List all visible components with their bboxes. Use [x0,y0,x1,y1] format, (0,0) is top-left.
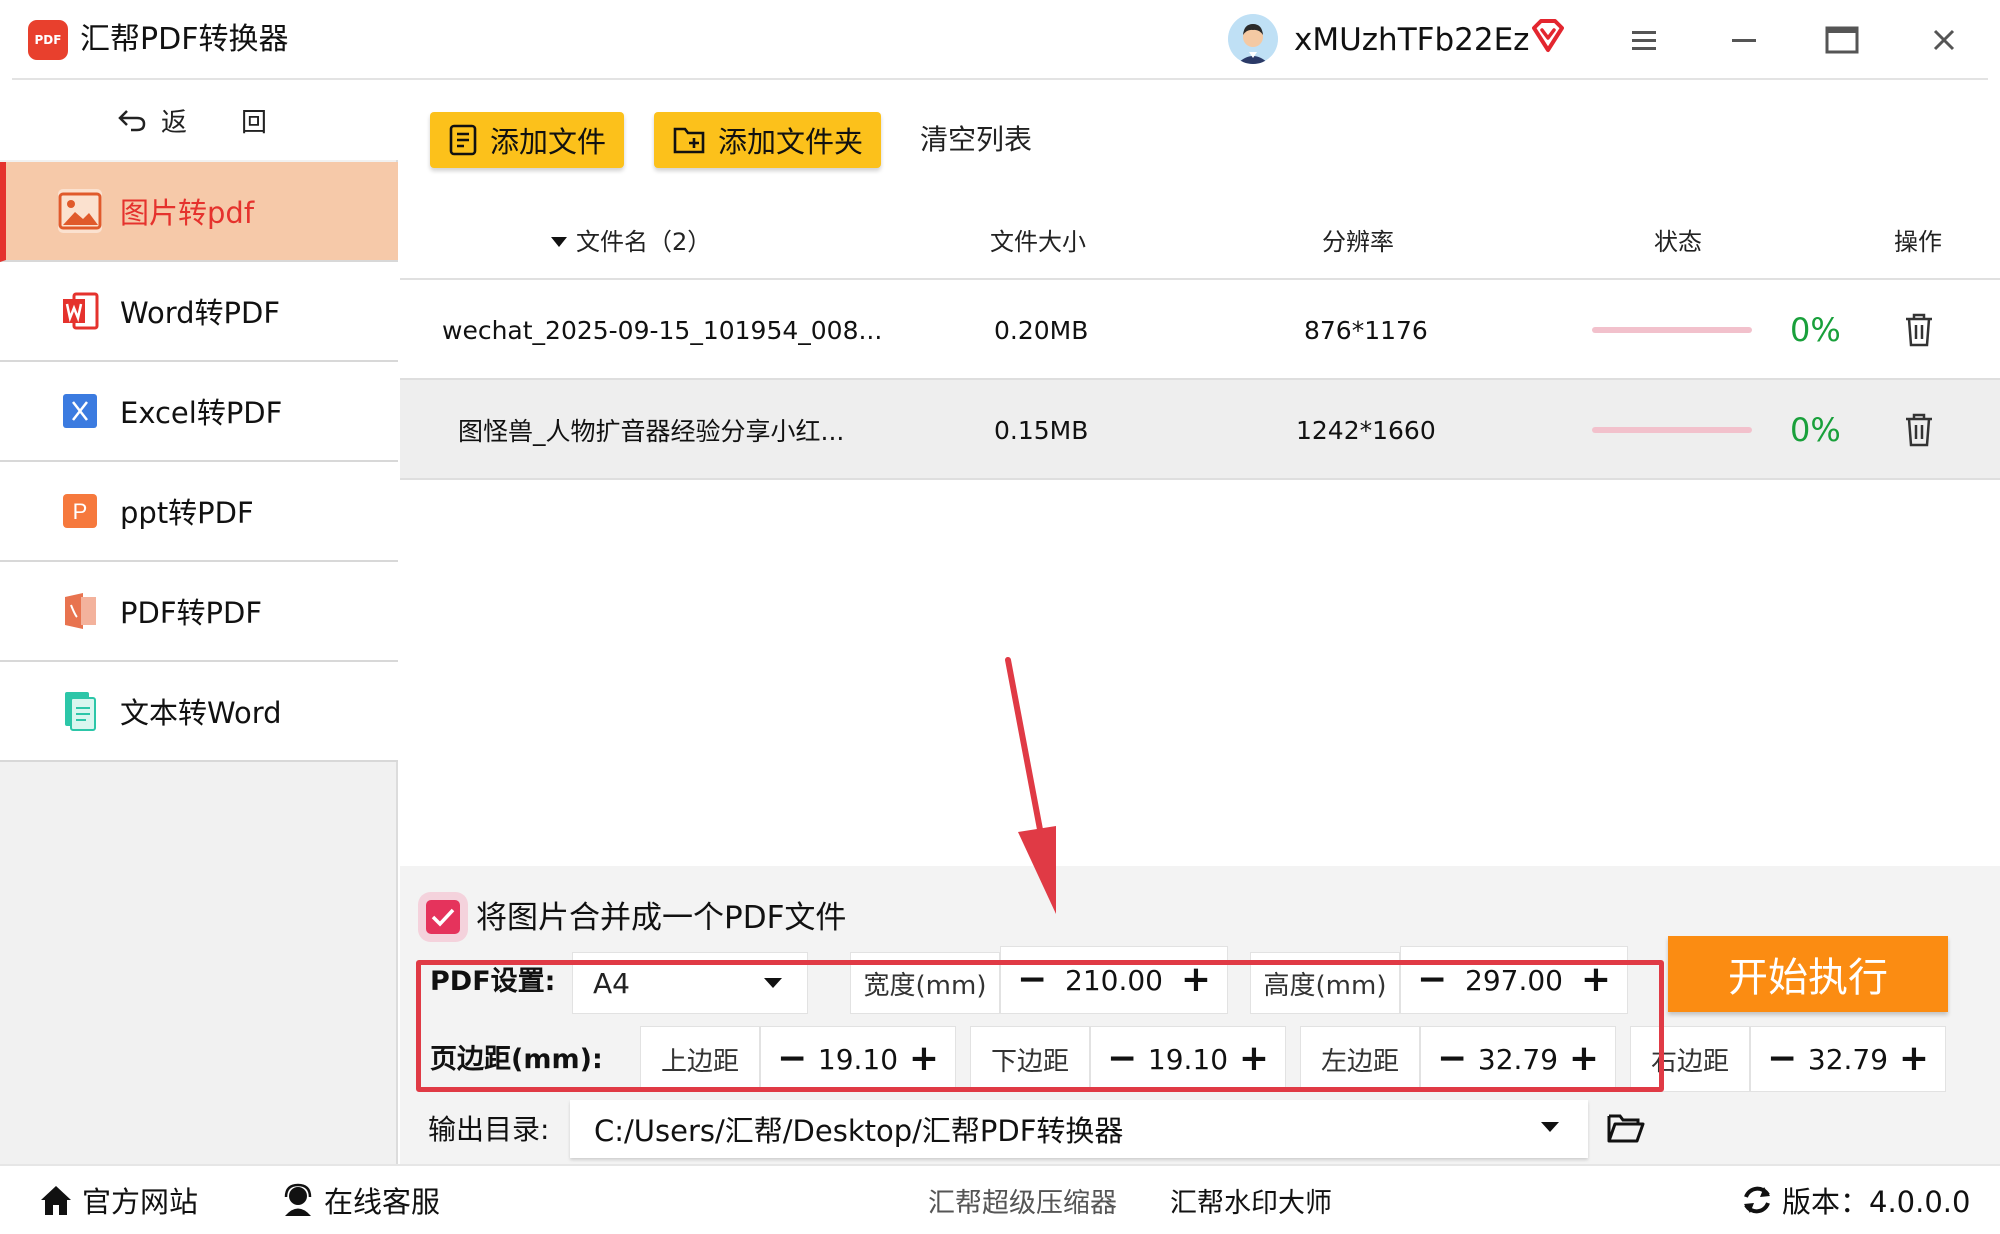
merge-label[interactable]: 将图片合并成一个PDF文件 [476,896,846,940]
plus-icon[interactable]: + [1899,1041,1929,1077]
add-file-button[interactable]: 添加文件 [430,112,625,168]
chevron-down-icon[interactable] [1540,1120,1560,1134]
annotation-arrow-icon [1005,657,1056,914]
official-website-link[interactable]: 官方网站 [38,1178,198,1222]
output-label: 输出目录: [428,1113,550,1146]
back-button[interactable]: 返 回 [0,80,398,160]
right-margin-stepper[interactable]: − 32.79 + [1750,1026,1946,1092]
vip-diamond-icon[interactable] [1528,16,1568,56]
table-row[interactable]: wechat_2025-09-15_101954_008... 0.20MB 8… [400,280,2000,380]
ppt-icon: P [58,489,102,533]
avatar-icon [1228,14,1278,64]
column-header-status: 状态 [1654,228,1702,256]
delete-icon[interactable] [1902,412,1936,448]
file-size: 0.15MB [994,415,1089,445]
progress-bar [1592,327,1752,333]
sort-down-icon [551,237,567,247]
column-header-resolution: 分辨率 [1322,228,1394,256]
sidebar-item-ppt-to-pdf[interactable]: P ppt转PDF [0,462,398,562]
file-size: 0.20MB [994,315,1089,345]
support-headset-icon [284,1183,312,1216]
filename-header-label: 文件名（2） [576,228,712,256]
maximize-icon[interactable] [1822,22,1862,58]
sidebar-item-label: ppt转PDF [120,496,254,530]
word-icon [58,289,102,333]
text-icon [58,689,102,733]
menu-icon[interactable] [1624,22,1664,58]
version-info[interactable]: 版本：4.0.0.0 [1740,1178,1970,1222]
file-name: 图怪兽_人物扩音器经验分享小红... [458,417,845,446]
close-icon[interactable] [1924,22,1964,58]
excel-icon [58,389,102,433]
sidebar-item-label: Word转PDF [120,296,281,330]
progress-percent: 0% [1790,311,1841,349]
folder-open-icon[interactable] [1606,1110,1646,1146]
sidebar-item-word-to-pdf[interactable]: Word转PDF [0,262,398,362]
sidebar-item-image-to-pdf[interactable]: 图片转pdf [0,162,398,262]
official-website-label: 官方网站 [82,1185,199,1219]
minus-icon[interactable]: − [1767,1041,1797,1077]
add-file-icon [449,124,477,156]
refresh-icon [1744,1186,1770,1214]
back-arrow-icon [118,110,146,132]
file-resolution: 1242*1660 [1296,415,1436,445]
app-logo-icon: PDF [28,20,68,60]
add-folder-icon [673,127,705,154]
username[interactable]: xMUzhTFb22Ez [1294,18,1529,62]
home-icon [41,1186,71,1215]
clear-list-button[interactable]: 清空列表 [920,118,1032,162]
sidebar-item-text-to-word[interactable]: 文本转Word [0,662,398,762]
svg-text:P: P [73,499,88,524]
column-header-filename[interactable]: 文件名（2） [550,222,711,262]
progress-bar [1592,427,1752,433]
progress-percent: 0% [1790,411,1841,449]
image-icon [58,189,102,233]
back-label: 返 回 [160,107,281,138]
minimize-icon[interactable] [1724,22,1764,58]
right-margin-value[interactable]: 32.79 [1808,1043,1888,1076]
sidebar-item-label: PDF转PDF [120,596,262,630]
add-file-label: 添加文件 [490,125,607,159]
add-folder-label: 添加文件夹 [718,125,864,159]
column-header-size: 文件大小 [990,228,1086,256]
sidebar-item-label: Excel转PDF [120,396,283,430]
column-header-action: 操作 [1894,228,1942,256]
avatar[interactable] [1228,14,1278,64]
title-bar [0,0,2000,80]
online-support-label: 在线客服 [324,1185,441,1219]
annotation-highlight-box [416,960,1664,1092]
sidebar-item-label: 图片转pdf [120,196,255,230]
sidebar-item-excel-to-pdf[interactable]: Excel转PDF [0,362,398,462]
sidebar-item-label: 文本转Word [120,696,282,730]
sidebar-item-pdf-to-pdf[interactable]: PDF转PDF [0,562,398,662]
compressor-link[interactable]: 汇帮超级压缩器 [928,1178,1117,1222]
file-name: wechat_2025-09-15_101954_008... [442,315,883,345]
merge-checkbox[interactable] [426,900,460,934]
table-row[interactable]: 图怪兽_人物扩音器经验分享小红... 0.15MB 1242*1660 0% [400,380,2000,480]
start-button[interactable]: 开始执行 [1668,936,1948,1012]
watermark-link[interactable]: 汇帮水印大师 [1170,1178,1332,1222]
pdf-icon [58,589,102,633]
output-path-select[interactable]: C:/Users/汇帮/Desktop/汇帮PDF转换器 [570,1100,1588,1158]
output-path-value: C:/Users/汇帮/Desktop/汇帮PDF转换器 [594,1114,1124,1148]
file-resolution: 876*1176 [1304,315,1428,345]
add-folder-button[interactable]: 添加文件夹 [654,112,882,168]
checkmark-icon [431,908,455,927]
app-title: 汇帮PDF转换器 [80,22,289,57]
delete-icon[interactable] [1902,312,1936,348]
version-label: 版本：4.0.0.0 [1782,1185,1971,1219]
online-support-link[interactable]: 在线客服 [280,1178,440,1222]
